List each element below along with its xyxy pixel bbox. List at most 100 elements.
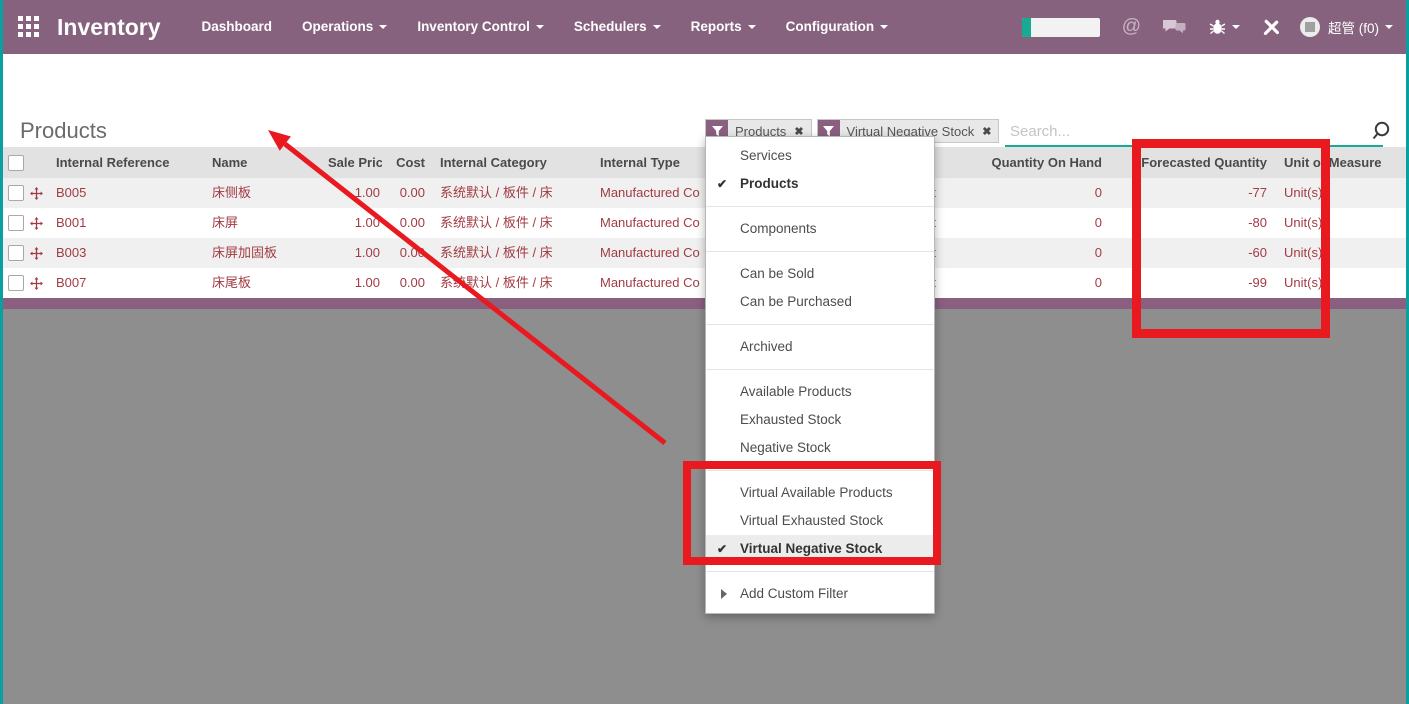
cell-quantity-on-hand: 0: [938, 208, 1106, 238]
column-header-quantity-on-hand[interactable]: Quantity On Hand: [938, 147, 1106, 178]
table-row[interactable]: B005 床侧板 1.00 0.00 系统默认 / 板件 / 床 Manufac…: [0, 178, 1406, 208]
menu-item-virtual-negative-stock[interactable]: ✔Virtual Negative Stock: [706, 535, 934, 563]
menu-item-products[interactable]: ✔Products: [706, 170, 934, 198]
screen-edge-left: [0, 0, 3, 704]
cell-name: 床屏加固板: [212, 238, 328, 268]
timer-widget[interactable]: [1022, 18, 1100, 37]
row-checkbox[interactable]: [8, 275, 24, 291]
chevron-down-icon: [748, 25, 756, 29]
avatar: [1300, 17, 1320, 37]
control-panel: Products CREATE REQUEST PROCUREMENTS IMP…: [0, 54, 1406, 147]
menu-item-negative-stock[interactable]: Negative Stock: [706, 434, 934, 462]
drag-handle-icon[interactable]: [30, 238, 56, 268]
menu-item-can-be-sold[interactable]: Can be Sold: [706, 260, 934, 288]
menu-separator: [706, 571, 934, 572]
cell-name: 床屏: [212, 208, 328, 238]
cell-unit-of-measure: Unit(s): [1271, 208, 1406, 238]
tools-icon[interactable]: [1262, 19, 1280, 35]
column-header-cost[interactable]: Cost: [382, 147, 428, 178]
menu-item-exhausted-stock[interactable]: Exhausted Stock: [706, 406, 934, 434]
menu-item-services[interactable]: Services: [706, 142, 934, 170]
user-menu[interactable]: 超管 (f0): [1300, 17, 1393, 37]
table-header-row: Internal Reference Name Sale Price Cost …: [0, 147, 1406, 178]
page-title: Products: [20, 118, 107, 144]
chevron-down-icon: [536, 25, 544, 29]
cell-quantity-on-hand: 0: [938, 268, 1106, 298]
chevron-down-icon: [379, 25, 387, 29]
cell-forecasted-quantity: -77: [1106, 178, 1271, 208]
chevron-down-icon: [880, 25, 888, 29]
drag-handle-icon[interactable]: [30, 178, 56, 208]
navbar-systray: @ 超管 (f0): [1022, 16, 1393, 38]
cell-cost: 0.00: [382, 208, 428, 238]
menu-item-available-products[interactable]: Available Products: [706, 378, 934, 406]
chevron-down-icon: [653, 25, 661, 29]
menu-item-virtual-exhausted-stock[interactable]: Virtual Exhausted Stock: [706, 507, 934, 535]
row-checkbox[interactable]: [8, 185, 24, 201]
menu-schedulers[interactable]: Schedulers: [559, 0, 676, 54]
chevron-down-icon: [1385, 25, 1393, 29]
table-row[interactable]: B003 床屏加固板 1.00 0.00 系统默认 / 板件 / 床 Manuf…: [0, 238, 1406, 268]
main-menu: Dashboard Operations Inventory Control S…: [187, 0, 904, 54]
menu-separator: [706, 206, 934, 207]
cell-sale-price: 1.00: [328, 268, 382, 298]
cell-internal-reference: B007: [56, 268, 212, 298]
column-header-unit-of-measure[interactable]: Unit of Measure: [1271, 147, 1406, 178]
menu-dashboard[interactable]: Dashboard: [187, 0, 288, 54]
menu-separator: [706, 369, 934, 370]
products-list-view: Internal Reference Name Sale Price Cost …: [0, 147, 1406, 309]
drag-handle-icon[interactable]: [30, 268, 56, 298]
check-icon: ✔: [717, 535, 727, 563]
table-row[interactable]: B001 床屏 1.00 0.00 系统默认 / 板件 / 床 Manufact…: [0, 208, 1406, 238]
cell-unit-of-measure: Unit(s): [1271, 238, 1406, 268]
menu-configuration[interactable]: Configuration: [771, 0, 903, 54]
filters-dropdown-menu: Services ✔Products Components Can be Sol…: [705, 136, 935, 614]
chevron-down-icon: [1232, 25, 1240, 29]
menu-item-add-custom-filter[interactable]: Add Custom Filter: [706, 580, 934, 608]
cell-quantity-on-hand: 0: [938, 238, 1106, 268]
remove-facet-icon[interactable]: ✖: [981, 125, 998, 138]
apps-grid-icon[interactable]: [18, 16, 40, 38]
check-icon: ✔: [717, 170, 727, 198]
cell-internal-reference: B003: [56, 238, 212, 268]
cell-sale-price: 1.00: [328, 178, 382, 208]
column-header-forecasted-quantity[interactable]: Forecasted Quantity: [1106, 147, 1271, 178]
column-header-name[interactable]: Name: [212, 147, 328, 178]
cell-forecasted-quantity: -80: [1106, 208, 1271, 238]
menu-item-can-be-purchased[interactable]: Can be Purchased: [706, 288, 934, 316]
column-header-sale-price[interactable]: Sale Price: [328, 147, 382, 178]
cell-internal-category: 系统默认 / 板件 / 床: [428, 268, 600, 298]
menu-separator: [706, 251, 934, 252]
cell-internal-reference: B005: [56, 178, 212, 208]
row-checkbox[interactable]: [8, 215, 24, 231]
debug-bug-icon[interactable]: [1209, 19, 1240, 35]
cell-unit-of-measure: Unit(s): [1271, 178, 1406, 208]
user-name: 超管 (f0): [1328, 17, 1379, 37]
cell-internal-category: 系统默认 / 板件 / 床: [428, 208, 600, 238]
row-checkbox[interactable]: [8, 245, 24, 261]
menu-item-virtual-available-products[interactable]: Virtual Available Products: [706, 479, 934, 507]
app-title[interactable]: Inventory: [57, 14, 161, 41]
cell-forecasted-quantity: -99: [1106, 268, 1271, 298]
menu-item-components[interactable]: Components: [706, 215, 934, 243]
menu-inventory-control[interactable]: Inventory Control: [402, 0, 559, 54]
cell-sale-price: 1.00: [328, 238, 382, 268]
column-header-internal-reference[interactable]: Internal Reference: [56, 147, 212, 178]
menu-operations[interactable]: Operations: [287, 0, 402, 54]
table-footer-strip: [0, 298, 1406, 309]
at-mention-icon[interactable]: @: [1122, 16, 1141, 38]
menu-separator: [706, 470, 934, 471]
drag-handle-icon[interactable]: [30, 208, 56, 238]
cell-name: 床侧板: [212, 178, 328, 208]
cell-quantity-on-hand: 0: [938, 178, 1106, 208]
search-icon[interactable]: [1369, 120, 1393, 149]
menu-item-archived[interactable]: Archived: [706, 333, 934, 361]
menu-reports[interactable]: Reports: [676, 0, 771, 54]
select-all-checkbox[interactable]: [8, 155, 24, 171]
top-navbar: Inventory Dashboard Operations Inventory…: [0, 0, 1409, 54]
chat-icon[interactable]: [1163, 19, 1187, 36]
table-row[interactable]: B007 床尾板 1.00 0.00 系统默认 / 板件 / 床 Manufac…: [0, 268, 1406, 298]
search-input[interactable]: [1008, 117, 1362, 145]
column-header-internal-category[interactable]: Internal Category: [428, 147, 600, 178]
submenu-arrow-icon: [721, 589, 727, 599]
